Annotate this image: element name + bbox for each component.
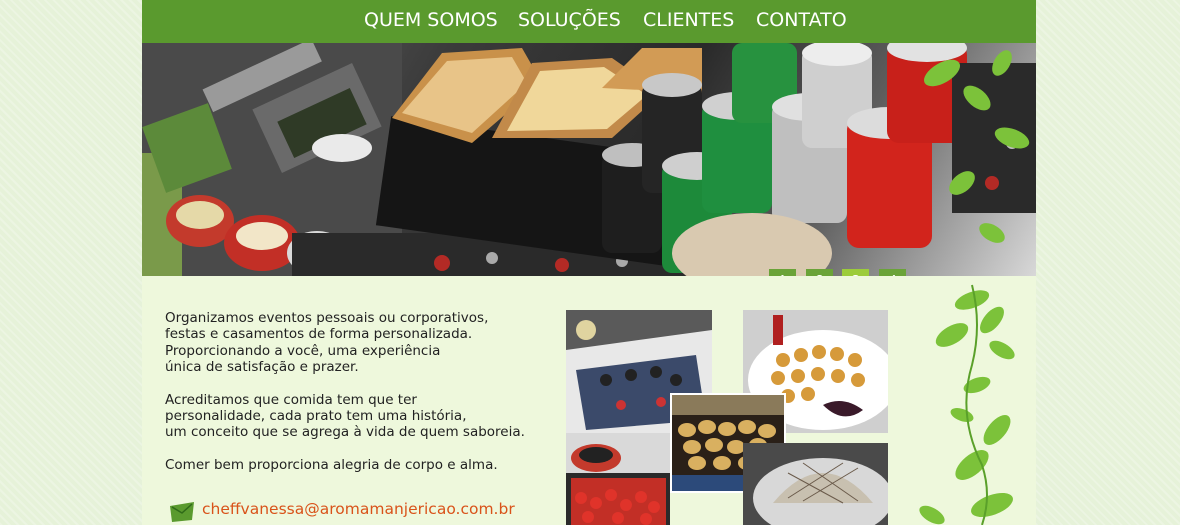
about-paragraph-3: Comer bem proporciona alegria de corpo e… [165,456,498,473]
slide-button-2[interactable]: 2 [806,269,833,276]
slide-button-1[interactable]: 1 [769,269,796,276]
collage-photo-tomatoes [566,433,670,525]
nav-item-contato[interactable]: CONTATO [756,9,847,31]
about-paragraph-1: Organizamos eventos pessoais ou corporat… [165,310,489,376]
main-nav: QUEM SOMOS SOLUÇÕES CLIENTES CONTATO [142,0,1036,43]
nav-item-solucoes[interactable]: SOLUÇÕES [518,9,621,31]
nav-item-quem-somos[interactable]: QUEM SOMOS [364,9,498,31]
slide-button-3[interactable]: 3 [842,269,869,276]
mail-envelope-icon [170,502,194,522]
nav-item-clientes[interactable]: CLIENTES [643,9,734,31]
hero-slider: 1 2 3 4 [142,43,1036,276]
leaf-vine-icon [919,284,1015,525]
collage-photo-fish-dish [743,443,888,525]
page-container: QUEM SOMOS SOLUÇÕES CLIENTES CONTATO Org… [142,0,1036,525]
about-text: Organizamos eventos pessoais ou corporat… [165,310,565,489]
about-paragraph-2: Acreditamos que comida tem que ter perso… [165,391,525,441]
hero-buffet-photo [142,43,1036,276]
email-address: cheffvanessa@aromamanjericao.com.br [202,500,515,518]
